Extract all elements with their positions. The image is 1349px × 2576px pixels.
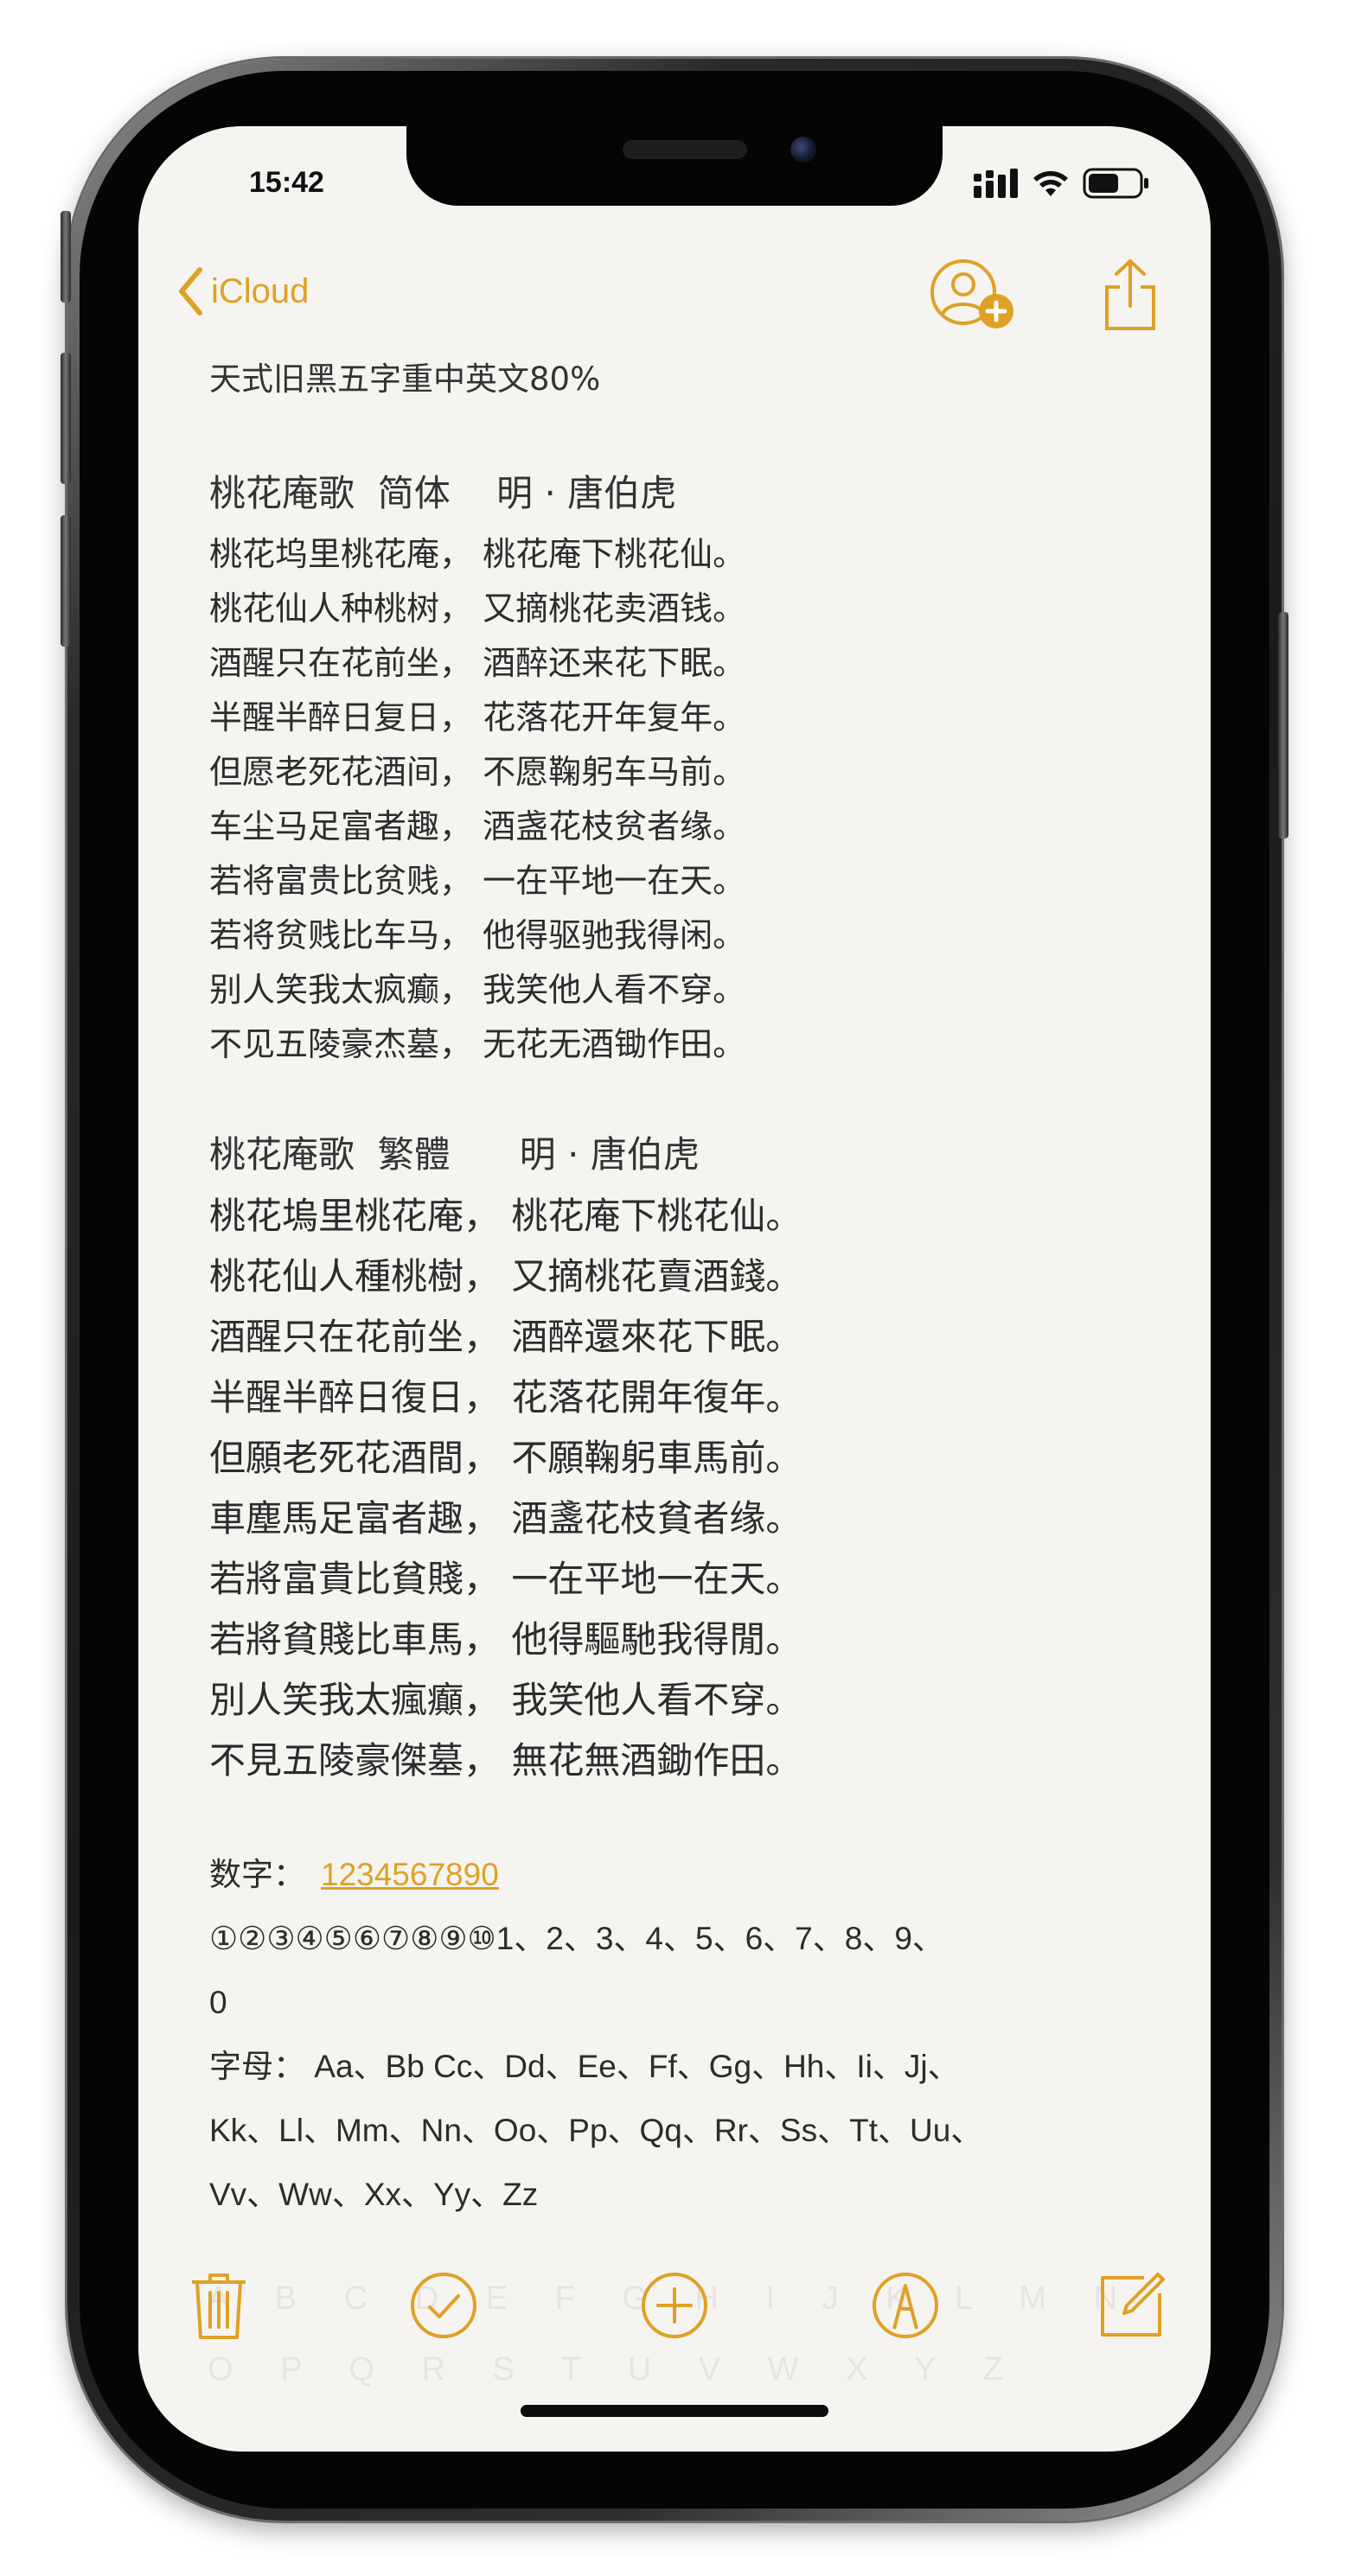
cellular-signal-icon [974,169,1018,198]
poem-title: 桃花庵歌 繁體 明 · 唐伯虎 [209,1133,700,1176]
digits-label: 数字： [209,1857,305,1892]
poem-line: 不见五陵豪杰墓， 无花无酒锄作田。 [209,1025,746,1063]
letters-row: 字母： Aa、Bb Cc、Dd、Ee、Ff、Gg、Hh、Ii、Jj、 [209,2035,1160,2099]
share-icon[interactable] [1102,258,1159,332]
digits-row: 数字： 1234567890 [209,1843,1160,1907]
poem-line: 若将贫贱比车马， 他得驱驰我得闲。 [209,916,746,954]
poem-line: 但願老死花酒間， 不願鞠躬車馬前。 [209,1437,802,1479]
notes-screen: 15:42 iCloud 天式旧黑五字重中英文80% 桃花庵歌 简体 明 · 唐… [138,126,1211,2452]
poem-line: 不見五陵豪傑墓， 無花無酒鋤作田。 [209,1739,802,1782]
digits-sample-end: 0 [209,1985,227,2020]
poem-line: 半醒半醉日復日， 花落花開年復年。 [209,1376,802,1419]
poem-line: 若将富贵比贫贱， 一在平地一在天。 [209,862,746,900]
poem-line: 若將富貴比貧賤， 一在平地一在天。 [209,1558,802,1600]
checklist-icon [411,2273,476,2338]
letters-sample-2: Kk、Ll、Mm、Nn、Oo、Pp、Qq、Rr、Ss、Tt、Uu、 [209,2113,983,2148]
delete-button[interactable] [180,2267,258,2344]
poem-line: 若將貧賤比車馬， 他得驅馳我得閒。 [209,1618,802,1661]
note-heading: 天式旧黑五字重中英文80% [209,360,601,398]
volume-down-button [61,515,71,647]
poem-line: 别人笑我太疯癫， 我笑他人看不穿。 [209,971,746,1009]
poem-line: 酒醒只在花前坐， 酒醉還來花下眠。 [209,1316,802,1358]
notch [406,126,943,206]
chevron-left-icon [179,267,202,316]
trash-icon [192,2273,246,2339]
digits-link[interactable]: 1234567890 [321,1857,499,1892]
poem-line: 桃花坞里桃花庵， 桃花庵下桃花仙。 [209,535,746,573]
markup-icon [873,2273,938,2338]
add-attachment-button[interactable] [636,2267,713,2344]
status-time: 15:42 [249,166,324,199]
poem-line: 桃花塢里桃花庵， 桃花庵下桃花仙。 [209,1195,802,1237]
volume-up-button [61,353,71,484]
speaker-grille [623,140,747,159]
compose-button[interactable] [1093,2267,1171,2344]
home-indicator[interactable] [521,2405,828,2417]
compose-icon [1101,2273,1165,2337]
front-camera [790,137,816,163]
back-button[interactable]: iCloud [176,266,309,316]
silent-switch [61,211,71,303]
power-button [1278,612,1288,838]
letters-label: 字母： [209,2049,305,2084]
poem-simplified: 桃花庵歌 简体 明 · 唐伯虎 桃花坞里桃花庵， 桃花庵下桃花仙。 桃花仙人种桃… [209,460,1160,1072]
poem-line: 酒醒只在花前坐， 酒醉还来花下眠。 [209,644,746,682]
poem-line: 桃花仙人種桃樹， 又摘桃花賣酒錢。 [209,1255,802,1298]
nav-actions [927,258,1159,332]
poem-line: 桃花仙人种桃树， 又摘桃花卖酒钱。 [209,590,746,628]
back-label: iCloud [211,271,310,310]
poem-line: 半醒半醉日复日， 花落花开年复年。 [209,698,746,736]
poem-line: 車塵馬足富者趣， 酒盞花枝貧者缘。 [209,1497,802,1540]
status-icons [974,166,1150,201]
bottom-toolbar [138,2267,1211,2362]
letters-sample-3: Vv、Ww、Xx、Yy、Zz [209,2177,539,2212]
battery-icon [1083,168,1148,199]
markup-button[interactable] [866,2267,944,2344]
poem-line: 別人笑我太瘋癲， 我笑他人看不穿。 [209,1679,802,1721]
poem-title: 桃花庵歌 简体 明 · 唐伯虎 [209,472,677,514]
add-icon [642,2273,707,2338]
checklist-button[interactable] [405,2267,483,2344]
letters-sample: Aa、Bb Cc、Dd、Ee、Ff、Gg、Hh、Ii、Jj、 [314,2049,960,2084]
digits-sample: ①②③④⑤⑥⑦⑧⑨⑩1、2、3、4、5、6、7、8、9、 [209,1921,944,1956]
poem-line: 但愿老死花酒间， 不愿鞠躬车马前。 [209,753,746,791]
poem-traditional: 桃花庵歌 繁體 明 · 唐伯虎 桃花塢里桃花庵， 桃花庵下桃花仙。 桃花仙人種桃… [209,1124,1160,1791]
note-body[interactable]: 天式旧黑五字重中英文80% 桃花庵歌 简体 明 · 唐伯虎 桃花坞里桃花庵， 桃… [209,351,1160,2227]
wifi-icon [1033,171,1068,196]
poem-line: 车尘马足富者趣， 酒盏花枝贫者缘。 [209,807,746,845]
add-people-icon[interactable] [927,258,1019,332]
